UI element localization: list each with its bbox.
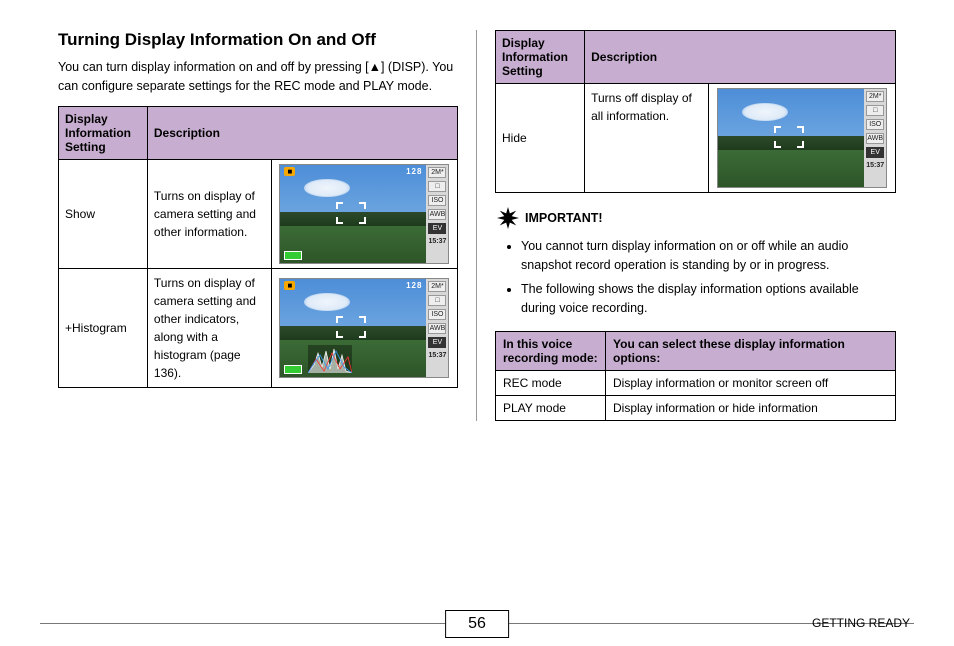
side-time: 15:37 xyxy=(866,161,884,170)
voice-options: Display information or monitor screen of… xyxy=(606,370,896,395)
side-strip: 2M* □ ISO AWB EV 15:37 xyxy=(426,165,448,263)
table-row: Show Turns on display of camera setting … xyxy=(59,159,458,268)
starburst-icon xyxy=(497,207,519,229)
voice-options: Display information or hide information xyxy=(606,395,896,420)
side-strip: 2M* □ ISO AWB EV 15:37 xyxy=(426,279,448,377)
side-item: □ xyxy=(428,295,446,306)
voice-mode: PLAY mode xyxy=(496,395,606,420)
side-item: EV xyxy=(866,147,884,158)
side-item: □ xyxy=(428,181,446,192)
side-item: ISO xyxy=(866,119,884,130)
focus-brackets-icon xyxy=(774,126,804,148)
preview-scene: ■ 128 xyxy=(280,279,426,377)
table-row: Hide Turns off display of all informatio… xyxy=(496,84,896,193)
table-row: PLAY mode Display information or hide in… xyxy=(496,395,896,420)
setting-name: +Histogram xyxy=(59,268,148,387)
left-column: Turning Display Information On and Off Y… xyxy=(40,30,477,421)
preview-scene: ■ 128 xyxy=(280,165,426,263)
important-item: You cannot turn display information on o… xyxy=(521,237,896,276)
side-item: □ xyxy=(866,105,884,116)
table-header-row: In this voice recording mode: You can se… xyxy=(496,331,896,370)
side-item: AWB xyxy=(428,209,446,220)
important-label: IMPORTANT! xyxy=(525,211,603,225)
setting-name: Show xyxy=(59,159,148,268)
battery-icon xyxy=(284,251,302,260)
table-header-row: Display Information Setting Description xyxy=(496,31,896,84)
histogram-icon xyxy=(308,345,352,373)
shot-count: 128 xyxy=(406,281,422,290)
th-voice-options: You can select these display information… xyxy=(606,331,896,370)
preview-cell: ■ 128 2M* □ ISO AWB xyxy=(271,159,457,268)
side-item: 2M* xyxy=(428,167,446,178)
th-description: Description xyxy=(147,106,457,159)
side-item: ISO xyxy=(428,195,446,206)
voice-recording-table: In this voice recording mode: You can se… xyxy=(495,331,896,421)
camera-preview-histogram: ■ 128 xyxy=(279,278,449,378)
preview-overlay-top: ■ 128 xyxy=(284,281,422,290)
right-column: Display Information Setting Description … xyxy=(477,30,914,421)
camera-preview-show: ■ 128 2M* □ ISO AWB xyxy=(279,164,449,264)
side-item: EV xyxy=(428,223,446,234)
important-item: The following shows the display informat… xyxy=(521,280,896,319)
setting-description: Turns off display of all information. xyxy=(585,84,709,193)
side-strip: 2M* □ ISO AWB EV 15:37 xyxy=(864,89,886,187)
table-header-row: Display Information Setting Description xyxy=(59,106,458,159)
side-item: AWB xyxy=(866,133,884,144)
important-list: You cannot turn display information on o… xyxy=(495,237,896,319)
side-item: 2M* xyxy=(428,281,446,292)
intro-paragraph: You can turn display information on and … xyxy=(58,58,458,96)
important-heading: IMPORTANT! xyxy=(497,207,896,229)
preview-cell: ■ 128 xyxy=(271,268,457,387)
setting-name: Hide xyxy=(496,84,585,193)
th-voice-mode: In this voice recording mode: xyxy=(496,331,606,370)
page-columns: Turning Display Information On and Off Y… xyxy=(40,30,914,421)
rec-badge-icon: ■ xyxy=(284,167,295,176)
rec-badge-icon: ■ xyxy=(284,281,295,290)
preview-cell: 2M* □ ISO AWB EV 15:37 xyxy=(709,84,896,193)
focus-brackets-icon xyxy=(336,202,366,224)
th-setting: Display Information Setting xyxy=(59,106,148,159)
setting-description: Turns on display of camera setting and o… xyxy=(147,268,271,387)
voice-mode: REC mode xyxy=(496,370,606,395)
side-item: ISO xyxy=(428,309,446,320)
preview-scene xyxy=(718,89,864,187)
page-title: Turning Display Information On and Off xyxy=(58,30,458,50)
camera-preview-hide: 2M* □ ISO AWB EV 15:37 xyxy=(717,88,887,188)
side-time: 15:37 xyxy=(428,351,446,360)
th-setting: Display Information Setting xyxy=(496,31,585,84)
table-row: REC mode Display information or monitor … xyxy=(496,370,896,395)
side-time: 15:37 xyxy=(428,237,446,246)
battery-icon xyxy=(284,365,302,374)
page-number: 56 xyxy=(445,610,509,638)
side-item: AWB xyxy=(428,323,446,334)
display-settings-table-1: Display Information Setting Description … xyxy=(58,106,458,388)
shot-count: 128 xyxy=(406,167,422,176)
side-item: 2M* xyxy=(866,91,884,102)
table-row: +Histogram Turns on display of camera se… xyxy=(59,268,458,387)
focus-brackets-icon xyxy=(336,316,366,338)
side-item: EV xyxy=(428,337,446,348)
section-label: GETTING READY xyxy=(812,616,910,630)
display-settings-table-2: Display Information Setting Description … xyxy=(495,30,896,193)
setting-description: Turns on display of camera setting and o… xyxy=(147,159,271,268)
th-description: Description xyxy=(585,31,896,84)
preview-overlay-top: ■ 128 xyxy=(284,167,422,176)
